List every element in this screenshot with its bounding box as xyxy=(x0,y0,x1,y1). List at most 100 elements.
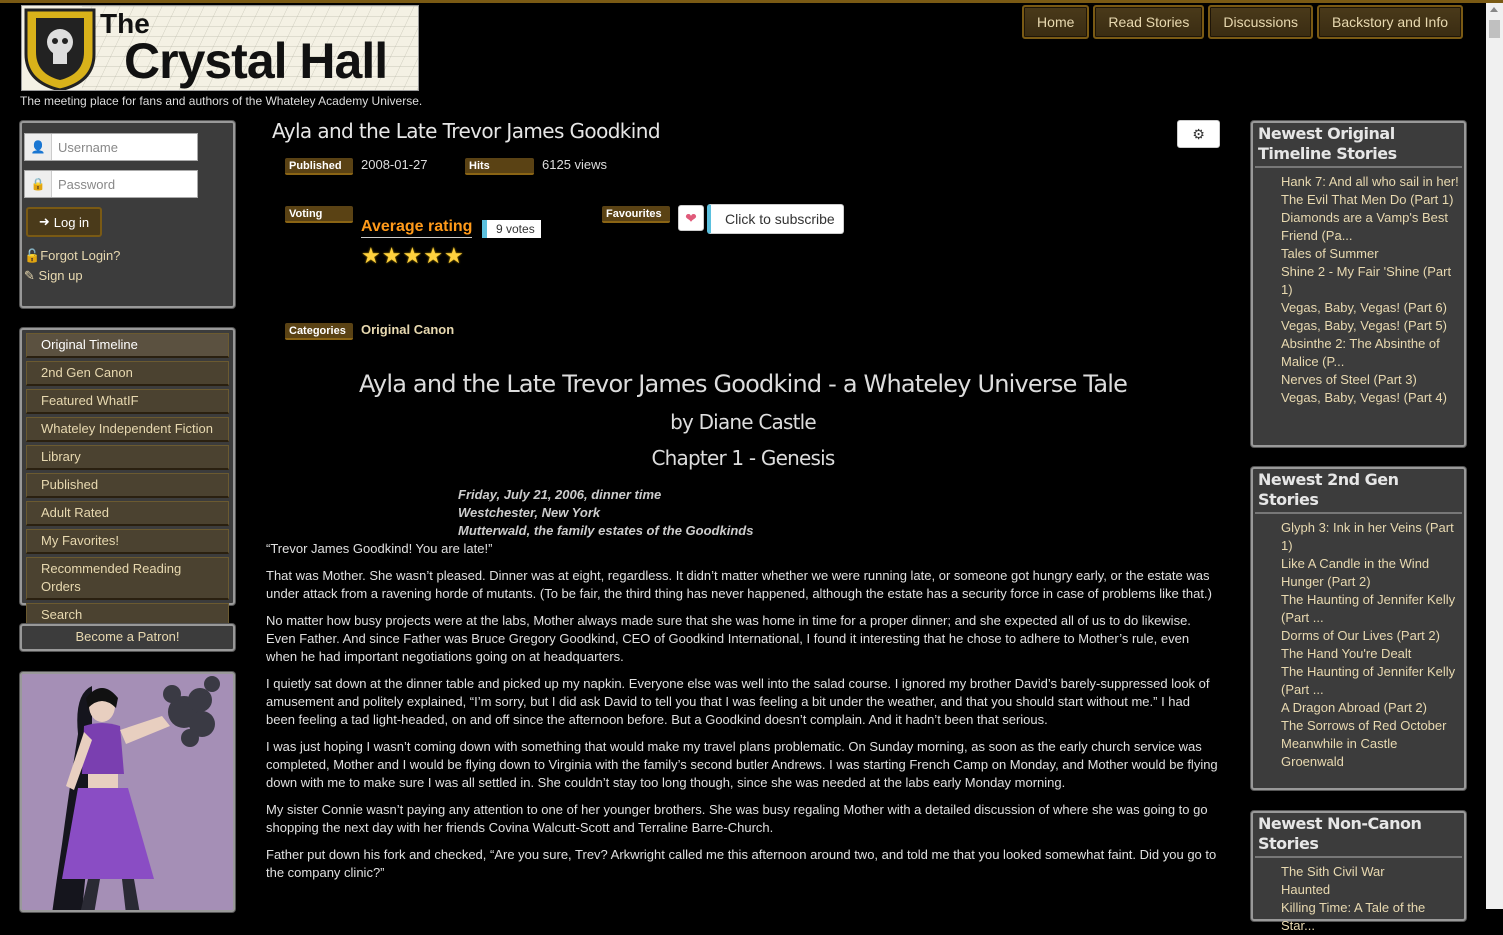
username-field: 👤 xyxy=(24,133,198,161)
story-link[interactable]: Vegas, Baby, Vegas! (Part 6) xyxy=(1281,299,1462,317)
star-icon[interactable]: ★ xyxy=(382,245,402,267)
menu-item-published[interactable]: Published xyxy=(26,473,229,498)
newest-2nd-gen-panel: Newest 2nd Gen Stories Glyph 3: Ink in h… xyxy=(1251,467,1466,790)
story-link[interactable]: The Haunting of Jennifer Kelly (Part ... xyxy=(1281,591,1462,627)
rating-stars[interactable]: ★ ★ ★ ★ ★ xyxy=(361,245,464,267)
star-icon[interactable]: ★ xyxy=(402,245,422,267)
menu-item-adult-rated[interactable]: Adult Rated xyxy=(26,501,229,526)
star-icon[interactable]: ★ xyxy=(361,245,381,267)
favourite-heart-button[interactable]: ❤ xyxy=(678,205,704,231)
story-paragraph: That was Mother. She wasn’t pleased. Din… xyxy=(266,568,1212,601)
story-link[interactable]: Glyph 3: Ink in her Veins (Part 1) xyxy=(1281,519,1462,555)
votes-badge: 9 votes xyxy=(482,220,541,238)
story-link[interactable]: Vegas, Baby, Vegas! (Part 4) xyxy=(1281,389,1462,407)
dateline: Friday, July 21, 2006, dinner time Westc… xyxy=(458,486,753,540)
star-icon[interactable]: ★ xyxy=(423,245,443,267)
story-link[interactable]: The Hand You're Dealt xyxy=(1281,645,1462,663)
story-paragraph: My sister Connie wasn’t paying any atten… xyxy=(266,802,1208,835)
scroll-up-arrow-icon[interactable] xyxy=(1490,7,1498,12)
menu-item-featured-whatif[interactable]: Featured WhatIF xyxy=(26,389,229,414)
story-link[interactable]: The Sorrows of Red October xyxy=(1281,717,1462,735)
published-label: Published xyxy=(285,158,353,175)
story-body: “Trevor James Goodkind! You are late!” T… xyxy=(266,540,1220,891)
story-byline: by Diane Castle xyxy=(670,410,817,434)
site-tagline: The meeting place for fans and authors o… xyxy=(20,94,423,108)
login-panel: 👤 🔒 ➜ Log in 🔓Forgot Login? ✎ Sign up xyxy=(20,121,235,308)
story-link[interactable]: Like A Candle in the Wind Hunger (Part 2… xyxy=(1281,555,1462,591)
average-rating-label: Average rating xyxy=(361,218,473,238)
story-link[interactable]: The Sith Civil War xyxy=(1281,863,1462,881)
story-link[interactable]: Diamonds are a Vamp's Best Friend (Pa... xyxy=(1281,209,1462,245)
nav-backstory-info[interactable]: Backstory and Info xyxy=(1317,5,1463,39)
top-accent-line xyxy=(0,0,1503,3)
story-link[interactable]: Hank 7: And all who sail in her! xyxy=(1281,173,1462,191)
category-link[interactable]: Original Canon xyxy=(361,322,454,337)
menu-item-library[interactable]: Library xyxy=(26,445,229,470)
star-icon[interactable]: ★ xyxy=(444,245,464,267)
dateline-line: Mutterwald, the family estates of the Go… xyxy=(458,523,754,538)
story-link[interactable]: Haunted xyxy=(1281,881,1462,899)
username-input[interactable] xyxy=(52,135,192,159)
story-link[interactable]: The Haunting of Jennifer Kelly (Part ... xyxy=(1281,663,1462,699)
nav-home[interactable]: Home xyxy=(1022,5,1090,39)
signup-link[interactable]: ✎ Sign up xyxy=(24,268,83,284)
story-link[interactable]: Dorms of Our Lives (Part 2) xyxy=(1281,627,1462,645)
forgot-login-label: Forgot Login? xyxy=(40,248,121,263)
category-menu: Original Timeline 2nd Gen Canon Featured… xyxy=(20,328,235,628)
menu-item-my-favorites[interactable]: My Favorites! xyxy=(26,529,229,554)
story-list: Hank 7: And all who sail in her! The Evi… xyxy=(1255,173,1462,407)
become-patron-button[interactable]: Become a Patron! xyxy=(20,624,235,651)
favourites-label: Favourites xyxy=(602,206,670,223)
story-link[interactable]: Vegas, Baby, Vegas! (Part 5) xyxy=(1281,317,1462,335)
voting-label: Voting xyxy=(285,206,353,223)
menu-item-recommended-reading-orders[interactable]: Recommended Reading Orders xyxy=(26,557,229,600)
story-link[interactable]: The Evil That Men Do (Part 1) xyxy=(1281,191,1462,209)
story-link[interactable]: A Dragon Abroad (Part 2) xyxy=(1281,699,1462,717)
character-portrait[interactable] xyxy=(20,672,235,912)
menu-item-whateley-independent-fiction[interactable]: Whateley Independent Fiction xyxy=(26,417,229,442)
story-list: Glyph 3: Ink in her Veins (Part 1) Like … xyxy=(1255,519,1462,771)
password-input[interactable] xyxy=(52,172,192,196)
character-illustration xyxy=(22,674,233,910)
hits-label: Hits xyxy=(465,158,534,175)
heart-icon: ❤ xyxy=(685,209,697,226)
story-paragraph: I quietly sat down at the dinner table a… xyxy=(266,676,1210,727)
menu-item-2nd-gen-canon[interactable]: 2nd Gen Canon xyxy=(26,361,229,386)
vertical-scrollbar[interactable] xyxy=(1486,3,1503,909)
story-link[interactable]: Killing Time: A Tale of the Star... xyxy=(1281,899,1462,935)
forgot-login-link[interactable]: 🔓Forgot Login? xyxy=(24,248,120,264)
scrollbar-thumb[interactable] xyxy=(1489,20,1500,38)
login-button[interactable]: ➜ Log in xyxy=(26,207,102,237)
story-paragraph: No matter how busy projects were at the … xyxy=(266,613,1191,664)
login-button-label: Log in xyxy=(53,214,90,230)
categories-label: Categories xyxy=(285,323,353,340)
sign-in-icon: ➜ xyxy=(38,214,50,229)
edit-icon: ✎ xyxy=(24,268,39,283)
newest-original-timeline-panel: Newest Original Timeline Stories Hank 7:… xyxy=(1251,121,1466,447)
dateline-line: Friday, July 21, 2006, dinner time xyxy=(458,487,662,502)
password-field: 🔒 xyxy=(24,170,198,198)
logo-text-title: Crystal Hall xyxy=(124,33,388,89)
story-paragraph: I was just hoping I wasn’t coming down w… xyxy=(266,739,1218,790)
panel-title: Newest Original Timeline Stories xyxy=(1255,123,1462,168)
signup-label: Sign up xyxy=(38,268,83,283)
panel-title: Newest Non-Canon Stories xyxy=(1255,813,1462,858)
story-link[interactable]: Meanwhile in Castle Groenwald xyxy=(1281,735,1462,771)
nav-discussions[interactable]: Discussions xyxy=(1208,5,1314,39)
story-link[interactable]: Shine 2 - My Fair 'Shine (Part 1) xyxy=(1281,263,1462,299)
nav-read-stories[interactable]: Read Stories xyxy=(1093,5,1205,39)
chapter-title: Chapter 1 - Genesis xyxy=(651,446,836,470)
story-link[interactable]: Absinthe 2: The Absinthe of Malice (P... xyxy=(1281,335,1462,371)
panel-title: Newest 2nd Gen Stories xyxy=(1255,469,1462,514)
story-link[interactable]: Nerves of Steel (Part 3) xyxy=(1281,371,1462,389)
story-heading: Ayla and the Late Trevor James Goodkind … xyxy=(358,370,1128,398)
story-paragraph: Father put down his fork and checked, “A… xyxy=(266,847,1217,880)
gear-icon: ⚙ xyxy=(1192,125,1205,142)
menu-item-original-timeline[interactable]: Original Timeline xyxy=(26,333,229,358)
site-logo[interactable]: The Crystal Hall xyxy=(21,5,419,91)
story-link[interactable]: Tales of Summer xyxy=(1281,245,1462,263)
subscribe-button[interactable]: Click to subscribe xyxy=(707,204,844,234)
user-icon: 👤 xyxy=(25,134,52,160)
newest-non-canon-panel: Newest Non-Canon Stories The Sith Civil … xyxy=(1251,811,1466,933)
article-options-button[interactable]: ⚙ xyxy=(1177,120,1220,148)
